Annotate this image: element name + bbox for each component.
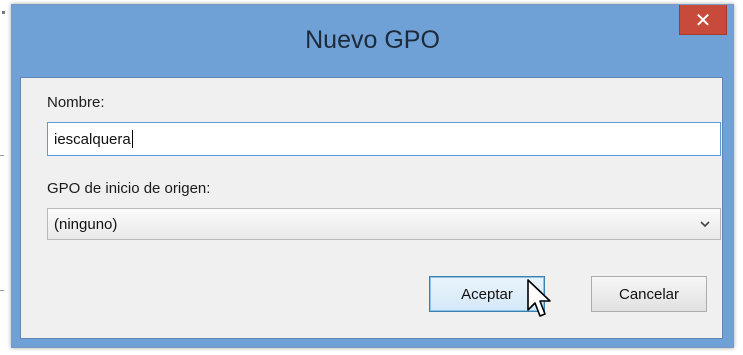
source-gpo-label: GPO de inicio de origen: (47, 180, 211, 197)
chevron-down-icon (700, 221, 710, 228)
close-button[interactable]: ✕ (679, 5, 727, 35)
source-gpo-select[interactable]: (ninguno) (47, 208, 721, 240)
title-bar[interactable]: Nuevo GPO ✕ (12, 5, 733, 77)
background-artifact (0, 290, 4, 291)
name-input[interactable]: iescalquera (47, 122, 721, 156)
dialog-client-area: Nombre: iescalquera GPO de inicio de ori… (20, 77, 723, 339)
name-label: Nombre: (47, 94, 105, 111)
text-caret (131, 130, 133, 148)
close-icon: ✕ (694, 7, 712, 32)
dialog-title: Nuevo GPO (305, 26, 440, 54)
new-gpo-dialog: Nuevo GPO ✕ Nombre: iescalquera GPO de i… (11, 4, 734, 348)
background-artifact (2, 11, 5, 14)
screenshot-stage: Nuevo GPO ✕ Nombre: iescalquera GPO de i… (0, 0, 743, 355)
mouse-pointer-icon (527, 279, 551, 317)
name-input-value: iescalquera (54, 130, 131, 148)
source-gpo-selected-value: (ninguno) (54, 215, 118, 233)
background-artifact (0, 155, 4, 156)
cancel-button[interactable]: Cancelar (591, 276, 707, 312)
